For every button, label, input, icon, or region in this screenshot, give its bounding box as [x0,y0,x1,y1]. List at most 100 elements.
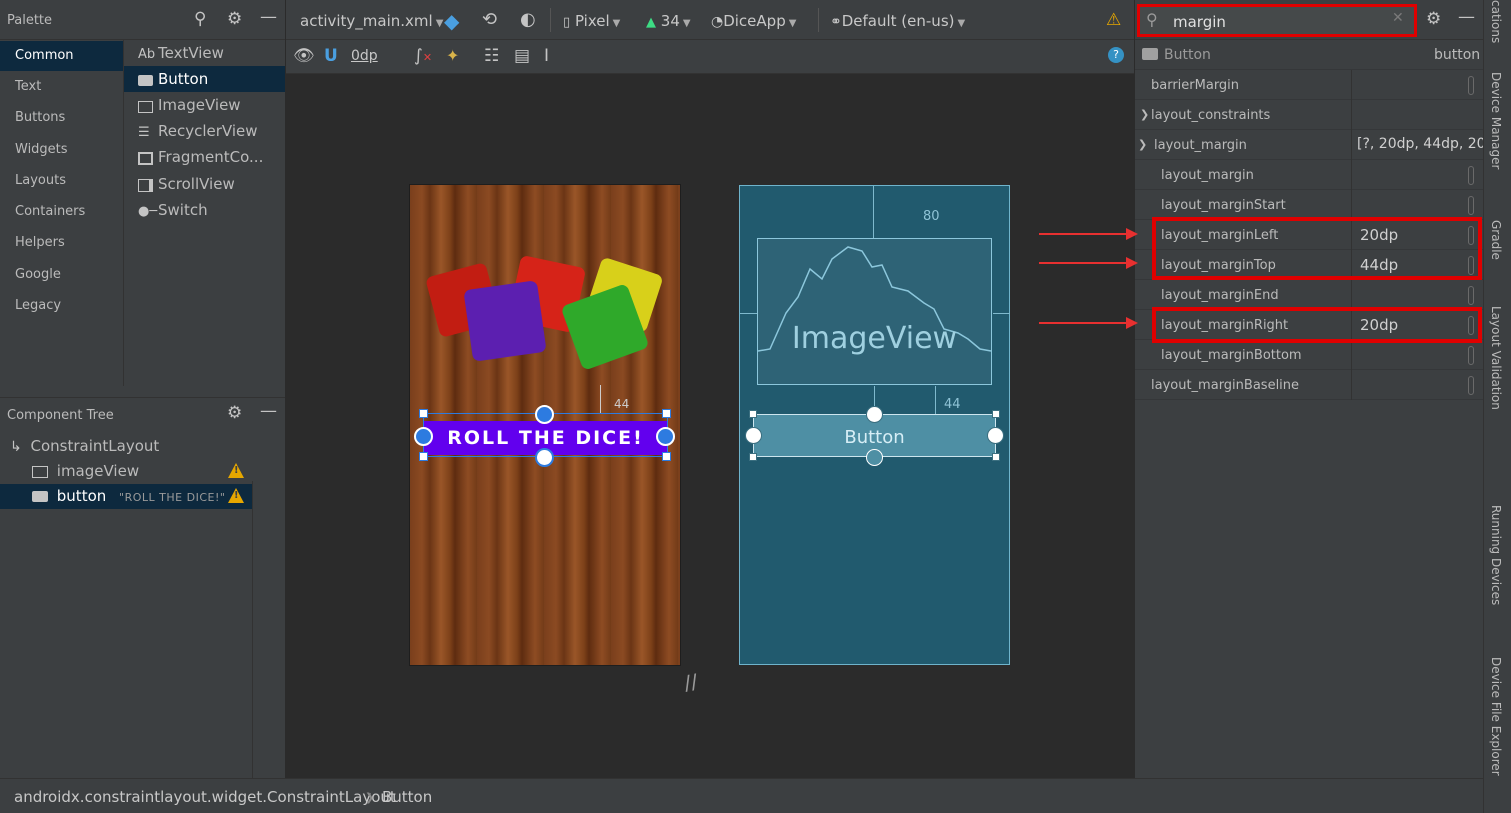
palette-item-recyclerview[interactable]: ☰ RecyclerView [124,118,285,144]
palette-category-legacy[interactable]: Legacy [0,291,123,321]
night-mode-icon[interactable]: ◐ [520,9,536,30]
layers-icon[interactable]: ◆ [444,9,459,33]
attribute-picker[interactable] [1468,286,1474,305]
left-constraint-handle[interactable] [745,427,762,444]
attribute-name: barrierMargin [1151,78,1240,93]
clear-icon[interactable]: ✕ [1392,10,1404,26]
attribute-row[interactable]: layout_marginBaseline [1135,370,1483,400]
attribute-picker[interactable] [1468,376,1474,395]
palette-item-label: ImageView [158,96,241,114]
blueprint-imageview[interactable]: ImageView [757,238,992,385]
resize-handle[interactable] [419,452,428,461]
gear-icon[interactable]: ⚙ [227,11,242,28]
guidelines-icon[interactable]: ☷ [484,46,499,66]
right-constraint-handle[interactable] [656,427,675,446]
tool-window-gradle[interactable]: Gradle [1489,220,1503,260]
attribute-search-input[interactable] [1173,11,1383,33]
attribute-row[interactable]: ❯ layout_margin [?, 20dp, 44dp, 20dp [1135,130,1503,160]
attribute-value[interactable]: [?, 20dp, 44dp, 20dp [1357,136,1503,152]
tool-window-layout-validation[interactable]: Layout Validation [1489,306,1503,410]
magnet-icon[interactable]: U [324,46,338,66]
chevron-down-icon[interactable]: ❯ [1138,138,1147,151]
palette-item-imageview[interactable]: ImageView [124,92,285,118]
api-dropdown[interactable]: ▲ 34 ▼ [646,12,691,30]
resize-handle[interactable] [419,409,428,418]
chevron-right-icon[interactable]: ❯ [1140,108,1149,121]
top-constraint-handle[interactable] [866,406,883,423]
left-constraint-handle[interactable] [414,427,433,446]
gear-icon[interactable]: ⚙ [1426,11,1441,28]
attribute-row[interactable]: layout_marginStart [1135,190,1483,220]
bottom-constraint-handle[interactable] [866,449,883,466]
warning-icon[interactable] [228,488,244,503]
attribute-picker[interactable] [1468,346,1474,365]
resize-handle[interactable] [749,453,757,461]
clear-constraints-icon[interactable]: ∫✕ [414,46,432,66]
tree-item-button[interactable]: button "ROLL THE DICE!" [0,484,252,509]
resize-handle[interactable] [749,410,757,418]
palette-item-switch[interactable]: ●─Switch [124,197,285,223]
button-margin-line [935,386,936,414]
breadcrumb-item[interactable]: Button [382,788,432,806]
file-dropdown[interactable]: activity_main.xml ▼ [300,12,443,30]
minimize-icon[interactable]: — [1458,9,1475,26]
minimize-icon[interactable]: — [260,9,277,26]
attribute-picker[interactable] [1468,166,1474,185]
palette-item-scrollview[interactable]: ScrollView [124,171,285,197]
attribute-row[interactable]: barrierMargin [1135,70,1483,100]
purple-die [463,280,547,362]
search-icon: ⚲ [1146,10,1158,29]
palette-category-text[interactable]: Text [0,72,123,102]
gear-icon[interactable]: ⚙ [227,405,242,422]
resize-handle[interactable] [662,409,671,418]
resize-handle[interactable] [992,410,1000,418]
infer-constraints-icon[interactable]: ✦ [446,46,459,65]
default-margin-dropdown[interactable]: 0dp [351,48,378,64]
align-icon[interactable]: ▤ [514,46,530,66]
resize-handle[interactable] [662,452,671,461]
palette-category-containers[interactable]: Containers [0,197,123,227]
tree-item-constraintlayout[interactable]: ↳ ConstraintLayout [0,434,285,459]
tool-window-running-devices[interactable]: Running Devices [1489,505,1503,605]
palette-item-textview[interactable]: Ab TextView [124,40,285,66]
tool-window-device-file-explorer[interactable]: Device File Explorer [1489,657,1503,776]
theme-label: DiceApp [723,12,786,30]
palette-item-button[interactable]: Button [124,66,285,92]
right-constraint-handle[interactable] [987,427,1004,444]
constraintlayout-icon: ↳ [10,439,22,455]
tree-item-label: imageView [56,462,140,480]
tool-window-tab[interactable]: cations [1489,0,1503,43]
bottom-constraint-handle[interactable] [535,448,554,467]
device-dropdown[interactable]: ▯ Pixel ▼ [563,12,620,30]
palette-category-helpers[interactable]: Helpers [0,228,123,258]
palette-category-widgets[interactable]: Widgets [0,135,123,165]
help-icon[interactable]: ? [1108,47,1124,63]
breadcrumb-item[interactable]: androidx.constraintlayout.widget.Constra… [14,788,396,806]
warning-icon[interactable] [228,463,244,478]
attribute-row[interactable]: layout_margin [1135,160,1483,190]
attribute-row[interactable]: layout_marginEnd [1135,280,1483,310]
search-icon[interactable]: ⚲ [194,11,206,28]
resize-handle[interactable] [992,453,1000,461]
button-icon [138,68,158,92]
attribute-row[interactable]: layout_marginBottom [1135,340,1483,370]
attribute-picker[interactable] [1468,76,1474,95]
attribute-row[interactable]: ❯ layout_constraints [1135,100,1483,130]
minimize-icon[interactable]: — [260,403,277,420]
attribute-picker[interactable] [1468,196,1474,215]
eye-icon[interactable]: 👁︎ [293,46,315,66]
palette-item-fragmentcontainer[interactable]: FragmentCo... [124,144,285,170]
palette-category-layouts[interactable]: Layouts [0,166,123,196]
baseline-icon[interactable]: I [544,46,549,66]
tool-window-device-manager[interactable]: Device Manager [1489,72,1503,169]
tree-item-imageview[interactable]: imageView [0,459,252,484]
palette-category-buttons[interactable]: Buttons [0,103,123,133]
locale-dropdown[interactable]: ⚭Default (en-us) ▼ [830,12,965,30]
top-constraint-handle[interactable] [535,405,554,424]
attribute-search-box[interactable]: ⚲ ✕ [1137,4,1417,37]
palette-category-google[interactable]: Google [0,260,123,290]
orientation-icon[interactable]: ⟲ [482,9,497,30]
palette-category-common[interactable]: Common [0,41,123,71]
theme-dropdown[interactable]: ◔DiceApp ▼ [711,12,796,30]
warning-icon[interactable]: ⚠ [1106,10,1121,30]
